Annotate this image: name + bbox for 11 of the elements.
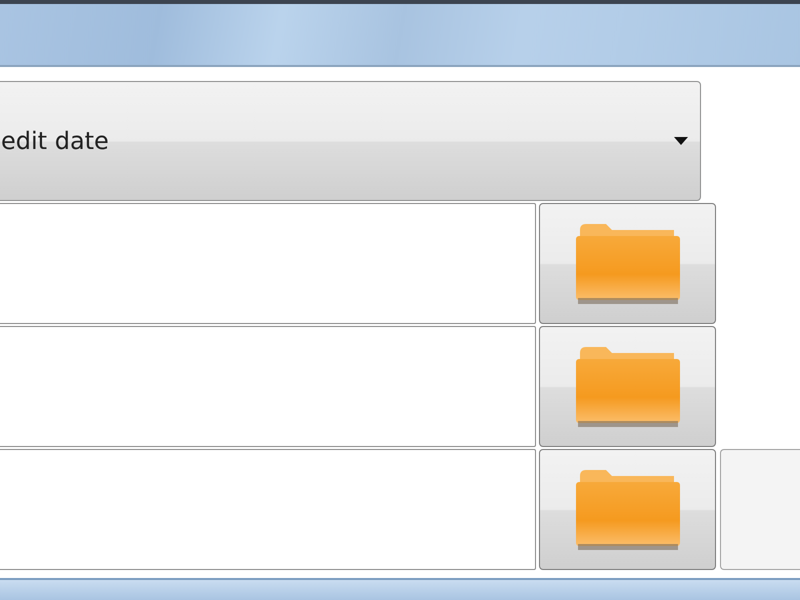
folder-icon [576,468,680,552]
folder-icon [576,222,680,306]
path-field[interactable] [0,326,536,448]
side-button[interactable] [720,449,800,570]
folder-icon [576,344,680,429]
browse-button[interactable] [539,449,716,570]
path-field[interactable] [0,203,536,324]
caret-icon [674,137,688,146]
sort-dropdown[interactable]: edit date [0,81,701,202]
browse-button[interactable] [539,326,716,448]
path-field[interactable] [0,449,536,570]
